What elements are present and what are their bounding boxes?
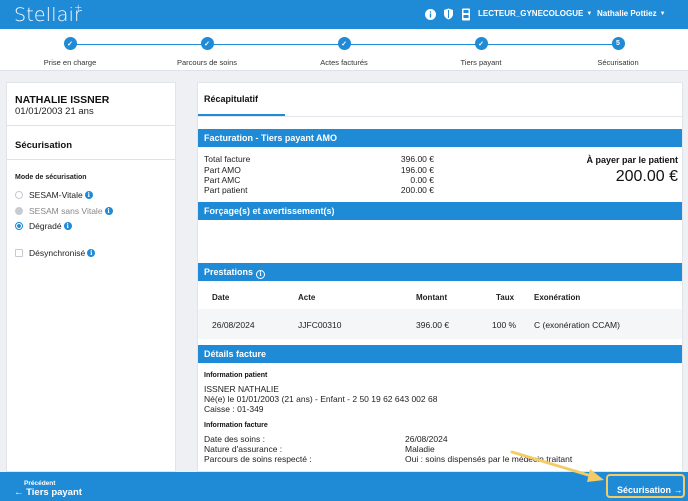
prestations-header: Prestations i	[198, 263, 682, 281]
info-icon[interactable]: i	[104, 207, 113, 215]
step-label: Actes facturés	[320, 58, 368, 67]
cell-montant: 396.00 €	[416, 320, 450, 330]
info-facture-value: 26/08/2024	[405, 434, 448, 444]
info-facture-label: Parcours de soins respecté :	[204, 454, 312, 464]
app-logo[interactable]: Stellair +	[14, 3, 83, 26]
radio-degrade[interactable]: Dégradé i	[15, 221, 72, 231]
bill-label: Part AMC	[204, 175, 241, 185]
step-label: Tiers payant	[460, 58, 502, 67]
column-header: Exonération	[534, 293, 581, 302]
user-menu[interactable]: Nathalie Pottiez ▼	[597, 9, 666, 18]
info-icon[interactable]: i	[63, 222, 72, 230]
column-header: Montant	[416, 293, 448, 302]
progress-stepper: ✓ Prise en charge ✓ Parcours de soins ✓ …	[0, 29, 688, 71]
checkbox-desynchronise[interactable]: Désynchronisé i	[15, 248, 96, 258]
info-icon[interactable]: i	[87, 249, 96, 257]
next-button[interactable]: Sécurisation →	[617, 485, 683, 495]
info-icon[interactable]: i	[84, 191, 93, 199]
step-number: 5	[611, 37, 625, 50]
radio-button[interactable]	[15, 191, 23, 199]
cell-date: 26/08/2024	[212, 320, 255, 330]
option-label: Désynchronisé	[29, 248, 86, 258]
cell-exoneration: C (exonération CCAM)	[534, 320, 620, 330]
radio-button[interactable]	[15, 222, 23, 230]
pay-label: À payer par le patient	[586, 155, 678, 165]
top-bar: Stellair + LECTEUR_GYNECOLOGUE ▼ Nathalie …	[0, 0, 688, 29]
cell-taux: 100 %	[492, 320, 517, 330]
check-icon: ✓	[337, 37, 351, 50]
chevron-down-icon: ▼	[659, 11, 666, 17]
info-facture-label: Date des soins :	[204, 434, 265, 444]
radio-button[interactable]	[15, 207, 23, 215]
arrow-right-icon: →	[673, 485, 683, 495]
securisation-title: Sécurisation	[15, 140, 73, 151]
arrow-left-icon: ←	[14, 487, 24, 498]
info-patient-line: Caisse : 01-349	[204, 404, 264, 414]
patient-panel: NATHALIE ISSNER 01/01/2003 21 ans Sécuri…	[6, 82, 176, 472]
bottom-nav-bar: Précédent ← Tiers payant Sécurisation →	[0, 472, 688, 501]
tab-recapitulatif[interactable]: Récapitulatif	[204, 94, 258, 104]
bill-label: Part AMO	[204, 165, 241, 175]
logo-plus-icon: +	[74, 3, 83, 14]
column-header: Taux	[496, 293, 515, 302]
bill-label: Part patient	[204, 185, 248, 195]
step-actes-factures[interactable]: ✓ Actes facturés	[284, 37, 404, 67]
chevron-down-icon: ▼	[586, 11, 593, 17]
option-label: SESAM-Vitale	[29, 190, 83, 200]
option-label: Dégradé	[29, 221, 62, 231]
info-patient-line: ISSNER NATHALIE	[204, 384, 279, 394]
column-header: Date	[212, 293, 230, 302]
patient-dob: 01/01/2003 21 ans	[15, 106, 94, 117]
divider	[7, 159, 175, 160]
reader-selector[interactable]: LECTEUR_GYNECOLOGUE ▼	[478, 9, 592, 18]
info-facture-label: Nature d'assurance :	[204, 444, 283, 454]
step-label: Prise en charge	[43, 58, 97, 67]
step-securisation[interactable]: 5 Sécurisation	[558, 37, 678, 67]
step-prise-en-charge[interactable]: ✓ Prise en charge	[10, 37, 130, 67]
check-icon: ✓	[200, 37, 214, 50]
mode-title: Mode de sécurisation	[15, 174, 87, 181]
radio-sesam-sans-vitale[interactable]: SESAM sans Vitale i	[15, 206, 113, 216]
step-tiers-payant[interactable]: ✓ Tiers payant	[421, 37, 541, 67]
divider	[7, 125, 175, 126]
check-icon: ✓	[63, 37, 77, 50]
prev-button[interactable]: ← Tiers payant	[14, 487, 82, 498]
patient-name: NATHALIE ISSNER	[15, 94, 110, 106]
option-label: SESAM sans Vitale	[29, 206, 103, 216]
info-facture-value: Oui : soins dispensés par le médecin tra…	[405, 454, 573, 464]
check-icon: ✓	[474, 37, 488, 50]
cell-acte: JJFC00310	[298, 320, 342, 330]
shield-icon[interactable]	[442, 8, 454, 20]
recap-panel: Récapitulatif Facturation - Tiers payant…	[197, 82, 683, 472]
bill-value: 200.00 €	[400, 185, 434, 195]
step-label: Parcours de soins	[176, 58, 238, 67]
pay-amount: 200.00 €	[615, 168, 678, 185]
bill-value: 0.00 €	[410, 175, 434, 185]
info-patient-line: Né(e) le 01/01/2003 (21 ans) - Enfant - …	[204, 394, 438, 404]
prev-caption: Précédent	[24, 480, 56, 487]
column-header: Acte	[298, 293, 316, 302]
checkbox[interactable]	[15, 249, 23, 257]
facturation-header: Facturation - Tiers payant AMO	[198, 129, 682, 147]
info-patient-title: Information patient	[204, 372, 268, 379]
details-header: Détails facture	[198, 345, 682, 363]
step-label: Sécurisation	[597, 58, 639, 67]
tab-line	[198, 116, 682, 117]
top-icons	[424, 8, 472, 20]
info-facture-value: Maladie	[405, 444, 435, 454]
info-icon[interactable]: i	[256, 270, 266, 279]
forcages-header: Forçage(s) et avertissement(s)	[198, 202, 682, 220]
bill-label: Total facture	[204, 154, 251, 164]
bill-value: 396.00 €	[400, 154, 434, 164]
step-parcours-de-soins[interactable]: ✓ Parcours de soins	[147, 37, 267, 67]
radio-sesam-vitale[interactable]: SESAM-Vitale i	[15, 190, 93, 200]
bill-value: 196.00 €	[400, 165, 434, 175]
card-reader-icon[interactable]	[460, 8, 472, 20]
info-icon[interactable]	[424, 8, 436, 20]
info-facture-title: Information facture	[204, 422, 268, 429]
